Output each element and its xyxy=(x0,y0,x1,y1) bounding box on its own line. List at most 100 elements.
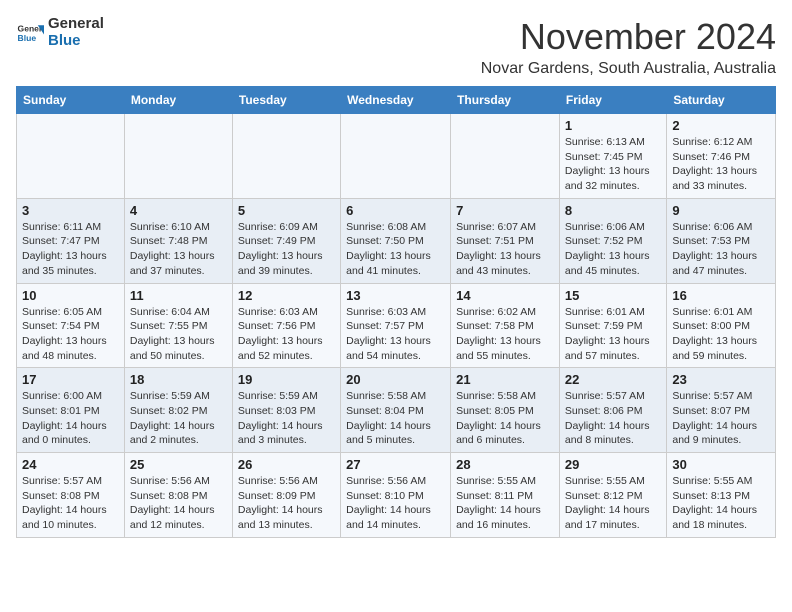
day-info: Sunrise: 6:08 AM Sunset: 7:50 PM Dayligh… xyxy=(346,220,445,279)
title-block: November 2024 Novar Gardens, South Austr… xyxy=(481,16,776,78)
day-number: 7 xyxy=(456,203,554,218)
weekday-header-row: SundayMondayTuesdayWednesdayThursdayFrid… xyxy=(17,87,776,114)
calendar-cell: 6 Sunrise: 6:08 AM Sunset: 7:50 PM Daylig… xyxy=(341,198,451,283)
day-info: Sunrise: 6:02 AM Sunset: 7:58 PM Dayligh… xyxy=(456,305,554,364)
calendar-cell: 18Sunrise: 5:59 AM Sunset: 8:02 PM Dayli… xyxy=(124,368,232,453)
calendar-cell: 11Sunrise: 6:04 AM Sunset: 7:55 PM Dayli… xyxy=(124,283,232,368)
day-number: 5 xyxy=(238,203,335,218)
day-number: 6 xyxy=(346,203,445,218)
svg-text:Blue: Blue xyxy=(18,32,37,42)
logo-icon: General Blue xyxy=(16,19,44,47)
calendar-cell: 29 Sunrise: 5:55 AM Sunset: 8:12 PM Dayli… xyxy=(559,453,666,538)
calendar-cell: 20 Sunrise: 5:58 AM Sunset: 8:04 PM Dayli… xyxy=(341,368,451,453)
day-info: Sunrise: 5:57 AM Sunset: 8:06 PM Dayligh… xyxy=(565,389,661,448)
day-number: 10 xyxy=(22,288,119,303)
day-number: 23 xyxy=(672,372,770,387)
day-number: 29 xyxy=(565,457,661,472)
calendar-week-3: 10 Sunrise: 6:05 AM Sunset: 7:54 PM Dayli… xyxy=(17,283,776,368)
calendar-cell xyxy=(124,114,232,199)
calendar-cell: 24Sunrise: 5:57 AM Sunset: 8:08 PM Dayli… xyxy=(17,453,125,538)
day-number: 13 xyxy=(346,288,445,303)
day-info: Sunrise: 5:56 AM Sunset: 8:09 PM Dayligh… xyxy=(238,474,335,533)
weekday-header-sunday: Sunday xyxy=(17,87,125,114)
weekday-header-saturday: Saturday xyxy=(667,87,776,114)
day-info: Sunrise: 6:10 AM Sunset: 7:48 PM Dayligh… xyxy=(130,220,227,279)
day-number: 20 xyxy=(346,372,445,387)
calendar-cell: 26 Sunrise: 5:56 AM Sunset: 8:09 PM Dayli… xyxy=(232,453,340,538)
day-number: 16 xyxy=(672,288,770,303)
weekday-header-tuesday: Tuesday xyxy=(232,87,340,114)
day-info: Sunrise: 5:57 AM Sunset: 8:08 PM Dayligh… xyxy=(22,474,119,533)
day-number: 1 xyxy=(565,118,661,133)
day-number: 28 xyxy=(456,457,554,472)
day-info: Sunrise: 5:59 AM Sunset: 8:02 PM Dayligh… xyxy=(130,389,227,448)
calendar-cell: 23Sunrise: 5:57 AM Sunset: 8:07 PM Dayli… xyxy=(667,368,776,453)
calendar-table: SundayMondayTuesdayWednesdayThursdayFrid… xyxy=(16,86,776,538)
day-number: 8 xyxy=(565,203,661,218)
calendar-week-4: 17 Sunrise: 6:00 AM Sunset: 8:01 PM Dayli… xyxy=(17,368,776,453)
day-info: Sunrise: 6:01 AM Sunset: 8:00 PM Dayligh… xyxy=(672,305,770,364)
day-info: Sunrise: 6:00 AM Sunset: 8:01 PM Dayligh… xyxy=(22,389,119,448)
logo: General Blue General Blue xyxy=(16,16,104,49)
day-info: Sunrise: 6:05 AM Sunset: 7:54 PM Dayligh… xyxy=(22,305,119,364)
calendar-cell: 4 Sunrise: 6:10 AM Sunset: 7:48 PM Daylig… xyxy=(124,198,232,283)
day-number: 19 xyxy=(238,372,335,387)
day-number: 26 xyxy=(238,457,335,472)
day-info: Sunrise: 6:06 AM Sunset: 7:53 PM Dayligh… xyxy=(672,220,770,279)
logo-blue-text: Blue xyxy=(48,33,104,50)
day-number: 4 xyxy=(130,203,227,218)
day-info: Sunrise: 5:59 AM Sunset: 8:03 PM Dayligh… xyxy=(238,389,335,448)
calendar-cell: 12Sunrise: 6:03 AM Sunset: 7:56 PM Dayli… xyxy=(232,283,340,368)
weekday-header-monday: Monday xyxy=(124,87,232,114)
day-number: 25 xyxy=(130,457,227,472)
day-info: Sunrise: 6:04 AM Sunset: 7:55 PM Dayligh… xyxy=(130,305,227,364)
day-info: Sunrise: 6:03 AM Sunset: 7:57 PM Dayligh… xyxy=(346,305,445,364)
calendar-cell: 16 Sunrise: 6:01 AM Sunset: 8:00 PM Dayli… xyxy=(667,283,776,368)
calendar-cell: 27Sunrise: 5:56 AM Sunset: 8:10 PM Dayli… xyxy=(341,453,451,538)
calendar-week-1: 1Sunrise: 6:13 AM Sunset: 7:45 PM Daylig… xyxy=(17,114,776,199)
day-info: Sunrise: 5:58 AM Sunset: 8:05 PM Dayligh… xyxy=(456,389,554,448)
calendar-cell: 19 Sunrise: 5:59 AM Sunset: 8:03 PM Dayli… xyxy=(232,368,340,453)
location-subtitle: Novar Gardens, South Australia, Australi… xyxy=(481,60,776,78)
day-number: 17 xyxy=(22,372,119,387)
calendar-cell: 28Sunrise: 5:55 AM Sunset: 8:11 PM Dayli… xyxy=(451,453,560,538)
day-info: Sunrise: 5:56 AM Sunset: 8:08 PM Dayligh… xyxy=(130,474,227,533)
calendar-cell: 5 Sunrise: 6:09 AM Sunset: 7:49 PM Daylig… xyxy=(232,198,340,283)
day-info: Sunrise: 5:55 AM Sunset: 8:13 PM Dayligh… xyxy=(672,474,770,533)
day-info: Sunrise: 6:03 AM Sunset: 7:56 PM Dayligh… xyxy=(238,305,335,364)
calendar-cell: 17 Sunrise: 6:00 AM Sunset: 8:01 PM Dayli… xyxy=(17,368,125,453)
day-info: Sunrise: 5:55 AM Sunset: 8:12 PM Dayligh… xyxy=(565,474,661,533)
calendar-cell: 13 Sunrise: 6:03 AM Sunset: 7:57 PM Dayli… xyxy=(341,283,451,368)
calendar-cell: 25 Sunrise: 5:56 AM Sunset: 8:08 PM Dayli… xyxy=(124,453,232,538)
calendar-cell: 21 Sunrise: 5:58 AM Sunset: 8:05 PM Dayli… xyxy=(451,368,560,453)
day-info: Sunrise: 5:56 AM Sunset: 8:10 PM Dayligh… xyxy=(346,474,445,533)
day-info: Sunrise: 6:07 AM Sunset: 7:51 PM Dayligh… xyxy=(456,220,554,279)
day-info: Sunrise: 6:01 AM Sunset: 7:59 PM Dayligh… xyxy=(565,305,661,364)
day-info: Sunrise: 5:58 AM Sunset: 8:04 PM Dayligh… xyxy=(346,389,445,448)
calendar-cell: 30 Sunrise: 5:55 AM Sunset: 8:13 PM Dayli… xyxy=(667,453,776,538)
month-title: November 2024 xyxy=(481,16,776,58)
day-info: Sunrise: 6:12 AM Sunset: 7:46 PM Dayligh… xyxy=(672,135,770,194)
calendar-cell: 10 Sunrise: 6:05 AM Sunset: 7:54 PM Dayli… xyxy=(17,283,125,368)
calendar-week-5: 24Sunrise: 5:57 AM Sunset: 8:08 PM Dayli… xyxy=(17,453,776,538)
calendar-cell: 7 Sunrise: 6:07 AM Sunset: 7:51 PM Daylig… xyxy=(451,198,560,283)
day-number: 15 xyxy=(565,288,661,303)
day-number: 14 xyxy=(456,288,554,303)
calendar-cell: 2 Sunrise: 6:12 AM Sunset: 7:46 PM Daylig… xyxy=(667,114,776,199)
calendar-cell xyxy=(451,114,560,199)
calendar-cell xyxy=(17,114,125,199)
calendar-cell: 9Sunrise: 6:06 AM Sunset: 7:53 PM Daylig… xyxy=(667,198,776,283)
day-info: Sunrise: 6:06 AM Sunset: 7:52 PM Dayligh… xyxy=(565,220,661,279)
day-number: 2 xyxy=(672,118,770,133)
day-info: Sunrise: 6:09 AM Sunset: 7:49 PM Dayligh… xyxy=(238,220,335,279)
day-info: Sunrise: 6:11 AM Sunset: 7:47 PM Dayligh… xyxy=(22,220,119,279)
calendar-week-2: 3Sunrise: 6:11 AM Sunset: 7:47 PM Daylig… xyxy=(17,198,776,283)
calendar-cell: 22 Sunrise: 5:57 AM Sunset: 8:06 PM Dayli… xyxy=(559,368,666,453)
weekday-header-wednesday: Wednesday xyxy=(341,87,451,114)
day-number: 30 xyxy=(672,457,770,472)
calendar-cell: 14 Sunrise: 6:02 AM Sunset: 7:58 PM Dayli… xyxy=(451,283,560,368)
page-header: General Blue General Blue November 2024 … xyxy=(16,16,776,78)
calendar-cell xyxy=(341,114,451,199)
day-number: 22 xyxy=(565,372,661,387)
day-number: 21 xyxy=(456,372,554,387)
